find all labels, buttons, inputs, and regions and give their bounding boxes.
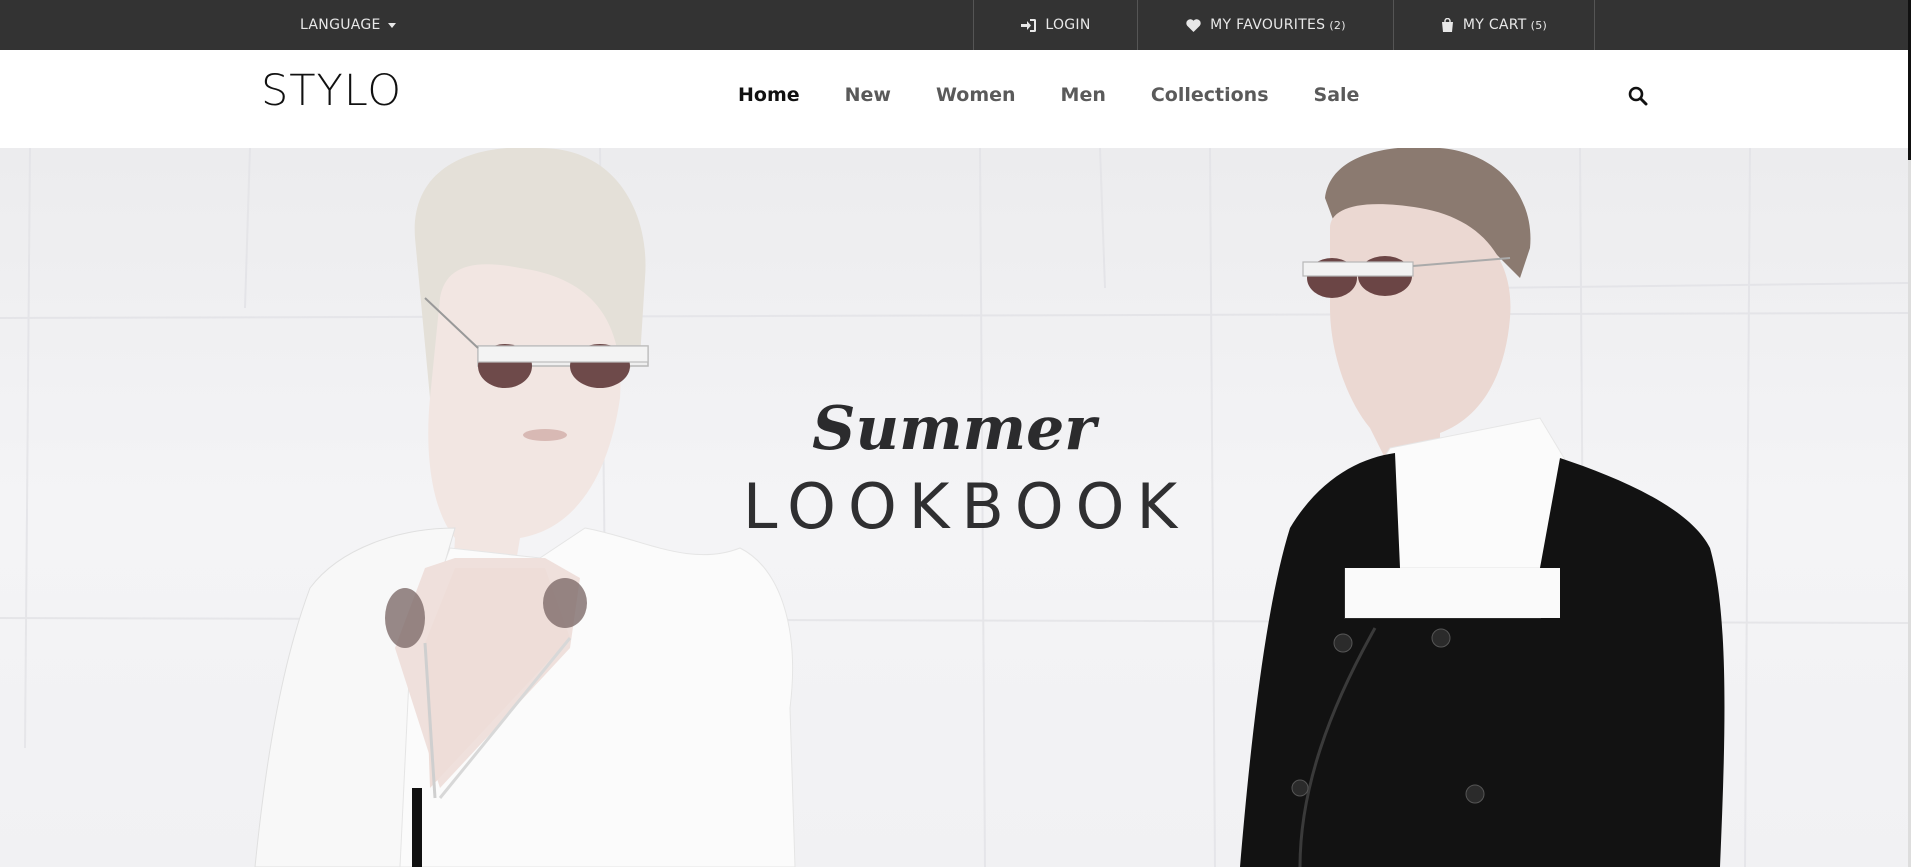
nav-item-new[interactable]: New [845,84,891,106]
main-nav: Home New Women Men Collections Sale [738,84,1404,106]
caret-down-icon [387,22,396,28]
top-bar: LANGUAGE LOGIN MY FAVOURITES (2) MY CART… [0,0,1911,50]
nav-item-collections[interactable]: Collections [1151,84,1269,106]
nav-item-women[interactable]: Women [936,84,1016,106]
hero-title: LOOKBOOK [742,470,1190,543]
sign-in-icon [1021,18,1037,32]
login-link[interactable]: LOGIN [973,0,1138,50]
login-label: LOGIN [1045,17,1091,33]
favourites-label: MY FAVOURITES [1210,17,1326,33]
favourites-count: (2) [1329,18,1346,32]
cart-count: (5) [1530,18,1548,32]
shopping-bag-icon [1441,18,1454,32]
hero-banner[interactable]: Summer LOOKBOOK [0,148,1908,867]
search-icon[interactable] [1628,86,1648,110]
hero-subtitle: Summer [812,394,1096,464]
language-dropdown[interactable]: LANGUAGE [300,0,396,50]
language-label: LANGUAGE [300,17,381,33]
main-header: STYLO Home New Women Men Collections Sal… [0,50,1911,148]
heart-icon [1186,18,1201,32]
nav-item-men[interactable]: Men [1061,84,1106,106]
nav-item-sale[interactable]: Sale [1314,84,1360,106]
cart-link[interactable]: MY CART (5) [1393,0,1595,50]
nav-item-home[interactable]: Home [738,84,800,106]
cart-label: MY CART [1462,17,1527,33]
site-logo[interactable]: STYLO [261,66,402,116]
favourites-link[interactable]: MY FAVOURITES (2) [1137,0,1394,50]
